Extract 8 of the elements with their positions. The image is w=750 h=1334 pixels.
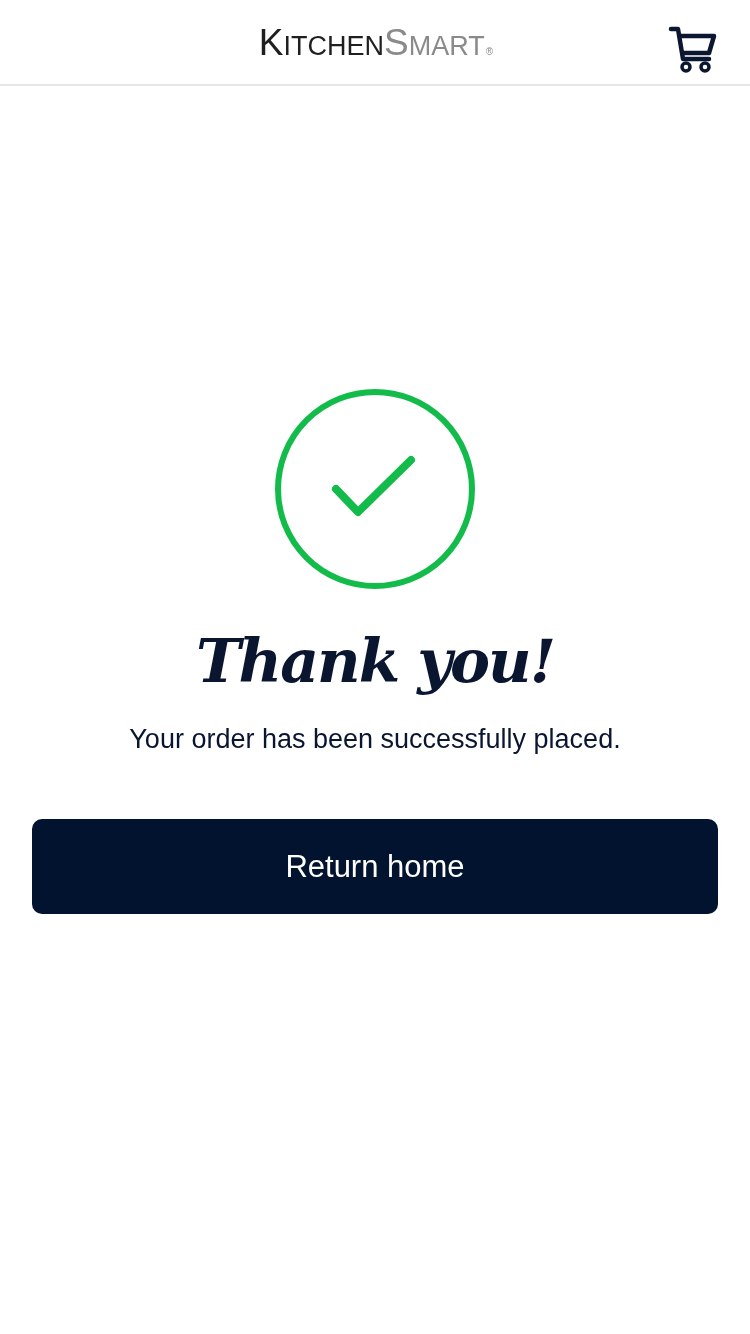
brand-logo[interactable]: KITCHENSMART® [258,23,494,61]
success-check-icon [274,388,476,590]
logo-first-word: KITCHEN [258,23,385,61]
confirmation-message: Your order has been successfully placed. [129,723,621,756]
return-home-button[interactable]: Return home [32,819,718,914]
thank-you-heading: Thank you! [195,625,555,698]
registered-mark: ® [485,46,494,57]
logo-second-word: SMART [384,23,485,61]
